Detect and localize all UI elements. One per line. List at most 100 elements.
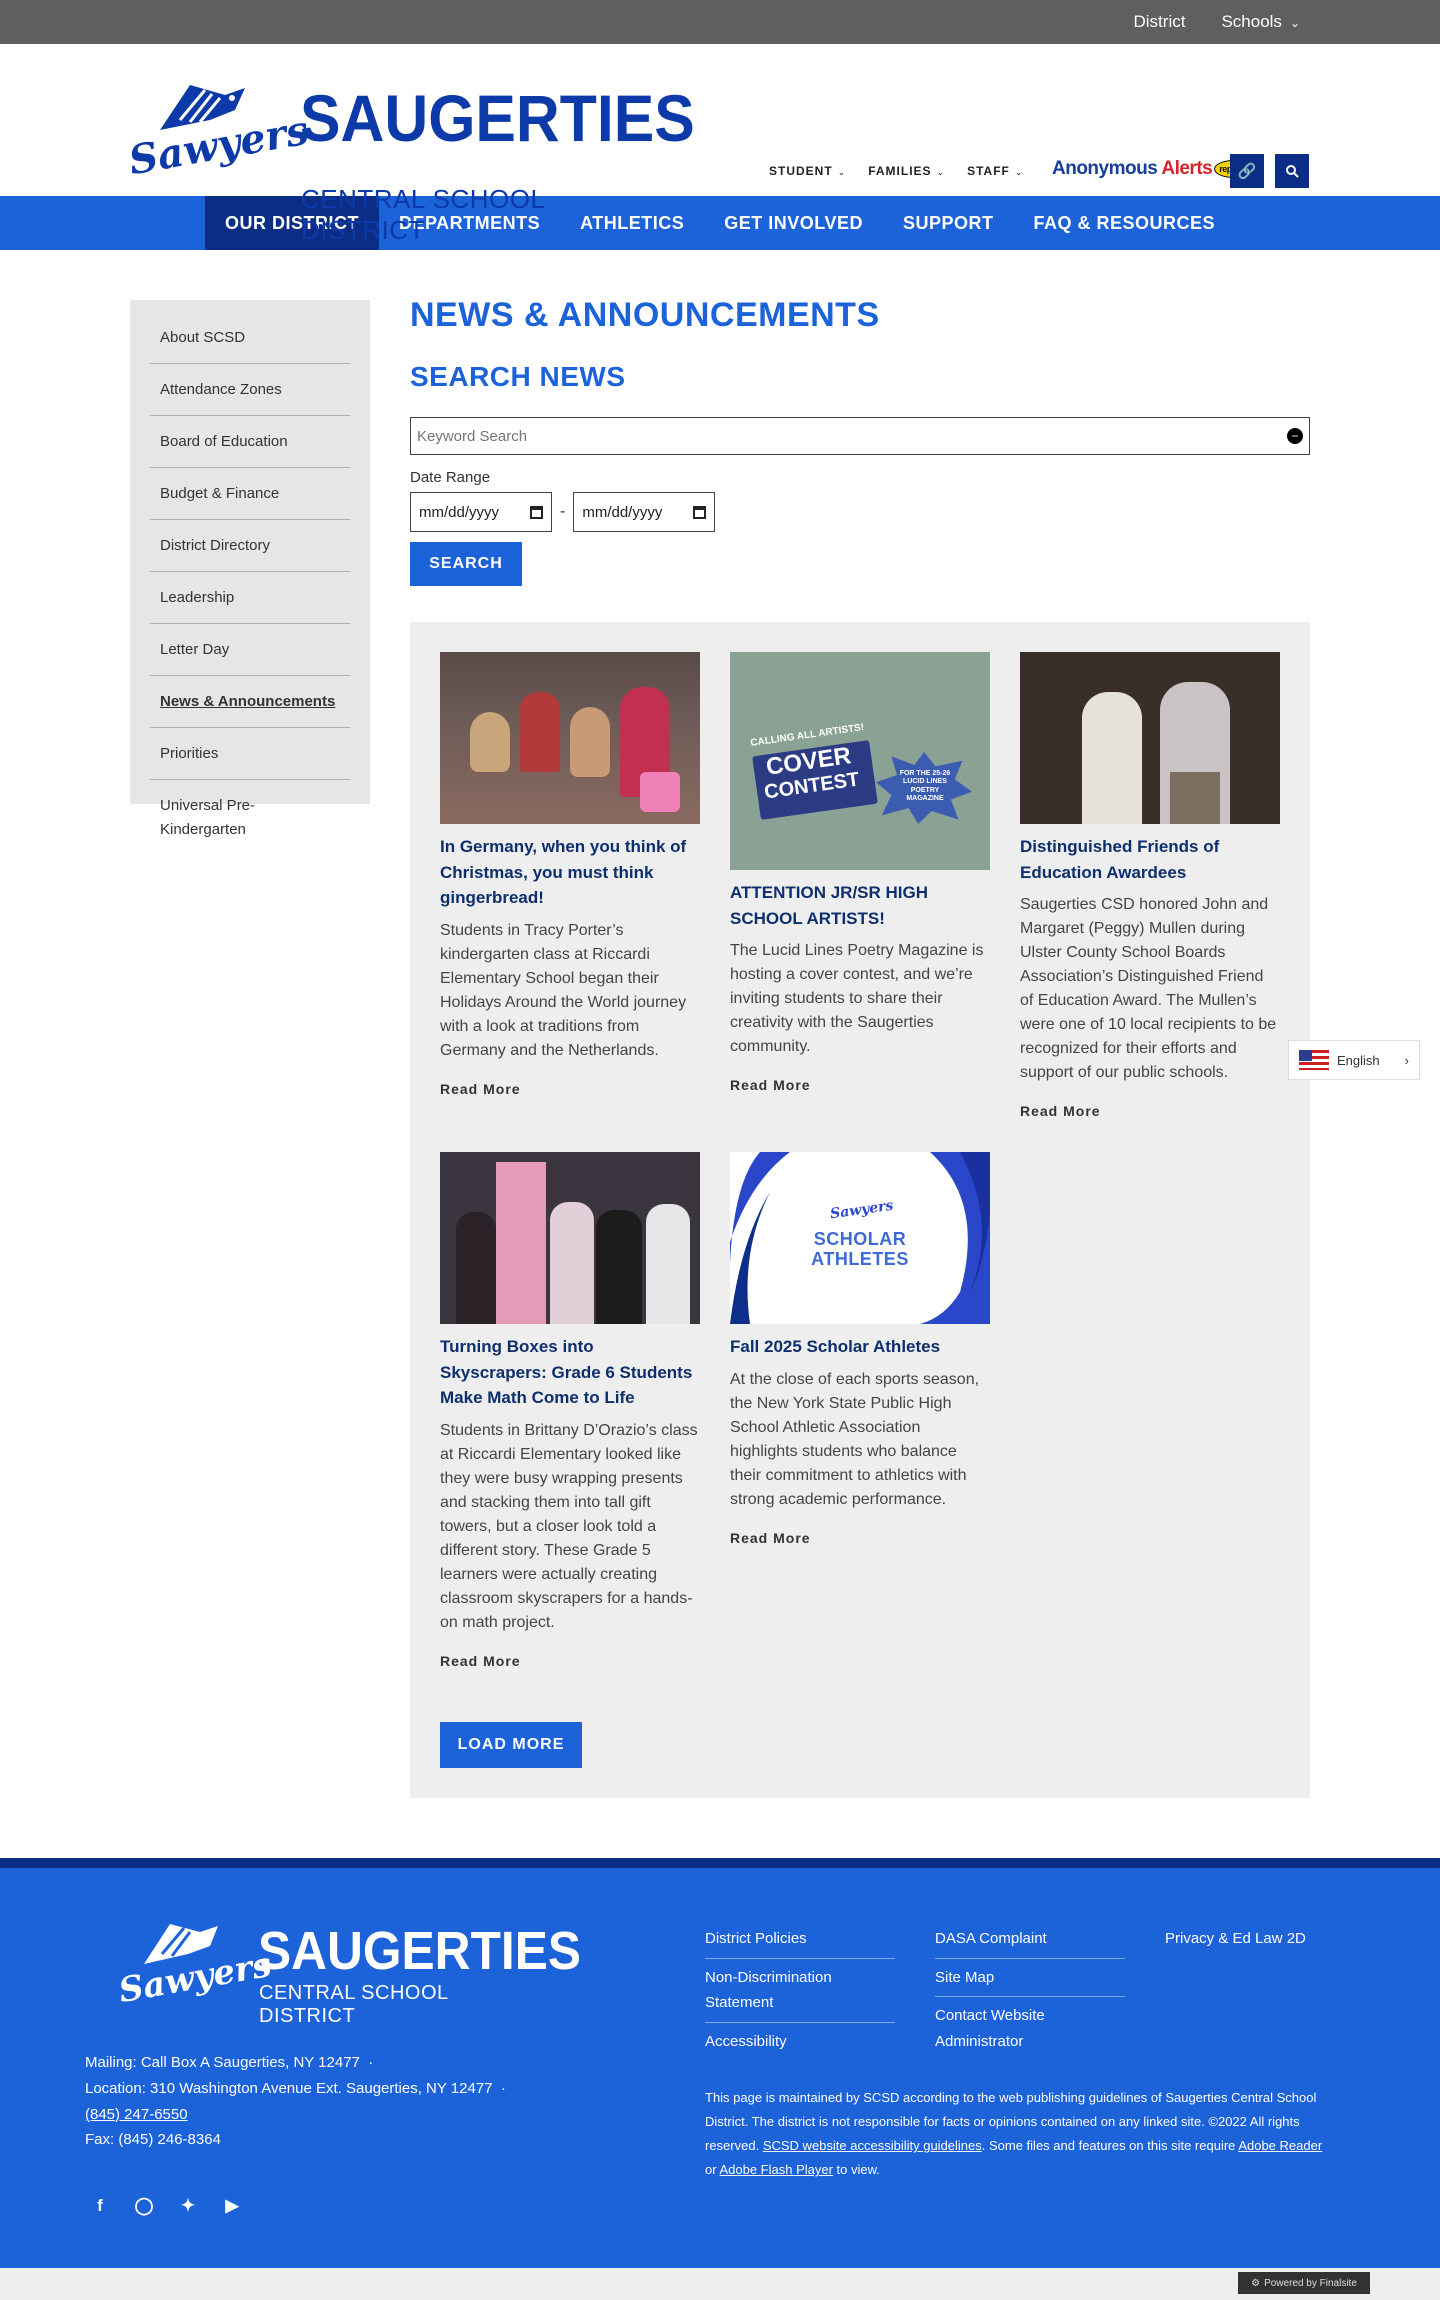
chevron-down-icon: ⌄ bbox=[936, 167, 946, 177]
link-icon: 🔗 bbox=[1237, 163, 1257, 180]
date-range-label: Date Range bbox=[410, 469, 491, 486]
non-discrimination-link[interactable]: Non-Discrimination Statement bbox=[705, 1959, 895, 2023]
date-to-input[interactable]: mm/dd/yyyy bbox=[573, 492, 716, 532]
news-card[interactable]: Sawyers SCHOLAR ATHLETES Fall 2025 Schol… bbox=[730, 1152, 990, 1546]
sidebar-item-attendance-zones[interactable]: Attendance Zones bbox=[150, 364, 350, 416]
news-image[interactable] bbox=[440, 1152, 700, 1324]
read-more-link[interactable]: Read More bbox=[730, 1530, 990, 1546]
accessibility-guidelines-link[interactable]: SCSD website accessibility guidelines bbox=[763, 2138, 982, 2153]
read-more-link[interactable]: Read More bbox=[1020, 1103, 1280, 1119]
schools-dropdown[interactable]: Schools ⌄ bbox=[1221, 12, 1300, 32]
anonymous-alerts-link[interactable]: Anonymous Alertsreport it bbox=[1052, 158, 1254, 180]
district-logo[interactable]: Sawyers SAUGERTIES CENTRAL SCHOOL DISTRI… bbox=[125, 80, 694, 245]
date-to-value: mm/dd/yyyy bbox=[582, 503, 663, 521]
keyword-search-field: − bbox=[410, 417, 1310, 455]
news-summary: The Lucid Lines Poetry Magazine is hosti… bbox=[730, 942, 984, 1055]
sidebar-item-leadership[interactable]: Leadership bbox=[150, 572, 350, 624]
news-image[interactable] bbox=[1020, 652, 1280, 824]
news-card[interactable]: In Germany, when you think of Christmas,… bbox=[440, 652, 700, 1097]
sidebar-item-priorities[interactable]: Priorities bbox=[150, 728, 350, 780]
youtube-icon[interactable]: ▶ bbox=[222, 2196, 242, 2216]
sidebar-item-budget[interactable]: Budget & Finance bbox=[150, 468, 350, 520]
powered-by-badge[interactable]: ⚙ Powered by Finalsite bbox=[1238, 2272, 1370, 2294]
chevron-down-icon: ⌄ bbox=[1014, 167, 1024, 177]
footer-logo[interactable]: Sawyers SAUGERTIES CENTRAL SCHOOL DISTRI… bbox=[116, 1920, 581, 2027]
search-button[interactable] bbox=[1275, 154, 1309, 188]
news-title[interactable]: Distinguished Friends of Education Award… bbox=[1020, 834, 1280, 885]
bottom-bar bbox=[0, 2268, 1440, 2300]
logo-title: SAUGERTIES bbox=[300, 81, 695, 155]
facebook-icon[interactable]: f bbox=[90, 2196, 110, 2216]
img-line1-text: SCHOLAR bbox=[813, 1229, 907, 1249]
powered-by-text: Powered by Finalsite bbox=[1264, 2277, 1357, 2289]
dasa-complaint-link[interactable]: DASA Complaint bbox=[935, 1920, 1125, 1959]
read-more-link[interactable]: Read More bbox=[440, 1653, 700, 1669]
news-summary: At the close of each sports season, the … bbox=[730, 1370, 980, 1508]
contact-admin-link[interactable]: Contact Website Administrator bbox=[935, 1997, 1125, 2060]
news-title[interactable]: Fall 2025 Scholar Athletes bbox=[730, 1334, 990, 1360]
clear-icon[interactable]: − bbox=[1287, 428, 1303, 444]
search-icon bbox=[1286, 165, 1299, 178]
adobe-reader-link[interactable]: Adobe Reader bbox=[1238, 2138, 1322, 2153]
district-policies-link[interactable]: District Policies bbox=[705, 1920, 895, 1959]
twitter-icon[interactable]: ✦ bbox=[178, 2196, 198, 2216]
sidebar-item-directory[interactable]: District Directory bbox=[150, 520, 350, 572]
calendar-icon[interactable] bbox=[693, 505, 707, 519]
news-image[interactable]: Sawyers SCHOLAR ATHLETES bbox=[730, 1152, 990, 1324]
news-card[interactable]: Turning Boxes into Skyscrapers: Grade 6 … bbox=[440, 1152, 700, 1669]
nav-faq-resources[interactable]: FAQ & RESOURCES bbox=[1014, 196, 1236, 250]
accessibility-link[interactable]: Accessibility bbox=[705, 2023, 895, 2061]
news-card[interactable]: Distinguished Friends of Education Award… bbox=[1020, 652, 1280, 1119]
disclaimer-text-3: or bbox=[705, 2162, 717, 2178]
staff-menu[interactable]: STAFF ⌄ bbox=[967, 164, 1023, 178]
nav-support[interactable]: SUPPORT bbox=[883, 196, 1014, 250]
language-selector[interactable]: English › bbox=[1288, 1040, 1420, 1080]
chevron-down-icon: ⌄ bbox=[1289, 16, 1300, 30]
student-menu[interactable]: STUDENT ⌄ bbox=[769, 164, 846, 178]
load-more-button[interactable]: LOAD MORE bbox=[440, 1722, 582, 1768]
img-for-text: FOR THE 25-26 bbox=[899, 770, 951, 777]
sidebar-item-upk[interactable]: Universal Pre-Kindergarten bbox=[150, 780, 350, 855]
sidebar-item-letter-day[interactable]: Letter Day bbox=[150, 624, 350, 676]
img-mag2-text: POETRY bbox=[910, 786, 940, 794]
date-range: mm/dd/yyyy - mm/dd/yyyy bbox=[410, 492, 1310, 532]
section-sidebar: About SCSD Attendance Zones Board of Edu… bbox=[130, 300, 370, 838]
date-from-input[interactable]: mm/dd/yyyy bbox=[410, 492, 552, 532]
sidebar-item-about[interactable]: About SCSD bbox=[150, 312, 350, 364]
date-separator: - bbox=[560, 503, 566, 520]
adobe-flash-link[interactable]: Adobe Flash Player bbox=[719, 2162, 832, 2177]
sidebar-item-board[interactable]: Board of Education bbox=[150, 416, 350, 468]
disclaimer-text-2: . Some files and features on this site r… bbox=[981, 2138, 1236, 2154]
keyword-search-input[interactable] bbox=[417, 427, 1217, 445]
img-mag1-text: LUCID LINES bbox=[903, 778, 947, 786]
read-more-link[interactable]: Read More bbox=[730, 1077, 990, 1093]
footer-links-col-1: District Policies Non-Discrimination Sta… bbox=[705, 1920, 895, 2060]
phone-link[interactable]: (845) 247-6550 bbox=[85, 2102, 506, 2128]
privacy-link[interactable]: Privacy & Ed Law 2D bbox=[1165, 1920, 1355, 1958]
nav-get-involved[interactable]: GET INVOLVED bbox=[704, 196, 883, 250]
footer-links-col-3: Privacy & Ed Law 2D bbox=[1165, 1920, 1355, 1958]
instagram-icon[interactable]: ◯ bbox=[134, 2196, 154, 2216]
language-label: English bbox=[1337, 1052, 1380, 1068]
news-title[interactable]: In Germany, when you think of Christmas,… bbox=[440, 834, 700, 911]
quick-links-button[interactable]: 🔗 bbox=[1230, 154, 1264, 188]
calendar-icon[interactable] bbox=[530, 505, 543, 519]
sidebar-item-news[interactable]: News & Announcements bbox=[150, 676, 350, 728]
footer-links-col-2: DASA Complaint Site Map Contact Website … bbox=[935, 1920, 1125, 2060]
news-image[interactable] bbox=[440, 652, 700, 824]
site-footer: Sawyers SAUGERTIES CENTRAL SCHOOL DISTRI… bbox=[0, 1858, 1440, 2268]
district-link[interactable]: District bbox=[1134, 12, 1186, 32]
news-title[interactable]: ATTENTION JR/SR HIGH SCHOOL ARTISTS! bbox=[730, 880, 990, 931]
news-image[interactable]: CALLING ALL ARTISTS! COVER CONTEST FOR T… bbox=[730, 652, 990, 870]
site-map-link[interactable]: Site Map bbox=[935, 1959, 1125, 1997]
search-submit-button[interactable]: SEARCH bbox=[410, 542, 522, 586]
footer-logo-title: SAUGERTIES bbox=[258, 1921, 581, 1981]
news-card[interactable]: CALLING ALL ARTISTS! COVER CONTEST FOR T… bbox=[730, 652, 990, 1093]
read-more-link[interactable]: Read More bbox=[440, 1081, 700, 1097]
anon-text: Anonymous bbox=[1052, 158, 1162, 179]
families-menu[interactable]: FAMILIES ⌄ bbox=[868, 164, 945, 178]
news-title[interactable]: Turning Boxes into Skyscrapers: Grade 6 … bbox=[440, 1334, 700, 1411]
disclaimer-text-4: to view. bbox=[836, 2162, 880, 2178]
anon-alerts-text: Alerts bbox=[1161, 158, 1213, 179]
footer-disclaimer: This page is maintained by SCSD accordin… bbox=[705, 2086, 1335, 2182]
